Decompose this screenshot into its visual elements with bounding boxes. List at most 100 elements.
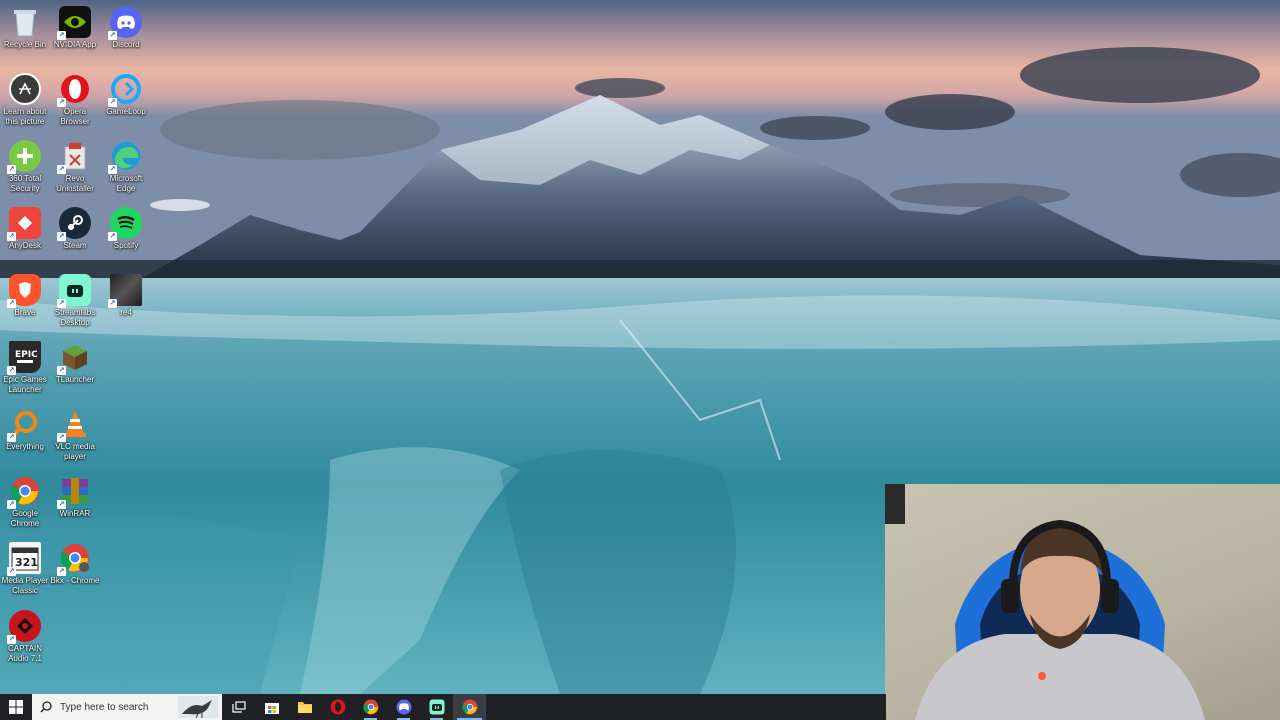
webcam-overlay	[885, 484, 1280, 720]
desktop-icon-label: Brave	[14, 308, 36, 317]
desktop-icon-spotify[interactable]: ↗ Spotify	[101, 207, 151, 251]
desktop-icon-label: WinRAR	[59, 509, 91, 518]
search-highlight-bird-icon	[178, 696, 218, 718]
desktop-icon-label: TLauncher	[55, 375, 95, 384]
desktop-icon-label: Steam	[63, 241, 87, 250]
taskbar-discord[interactable]	[387, 694, 420, 720]
taskbar-microsoft-store[interactable]	[255, 694, 288, 720]
desktop-icon-grid: Recycle Bin ↗ NVIDIA App ↗ Discord Learn…	[0, 0, 152, 694]
desktop-icon-opera[interactable]: ↗ Opera Browser	[50, 73, 100, 127]
desktop-icon-label: Microsoft Edge	[109, 174, 143, 193]
desktop-icon-vlc[interactable]: ↗ VLC media player	[50, 408, 100, 462]
desktop-icon-label: Everything	[6, 442, 44, 451]
start-button[interactable]	[0, 694, 32, 720]
desktop-icon-brave[interactable]: ↗ Brave	[0, 274, 50, 318]
search-icon	[40, 701, 52, 713]
desktop-icon-label: Spotify	[113, 241, 139, 250]
desktop-icon-bkx-chrome[interactable]: ↗ Bkx - Chrome	[50, 542, 100, 586]
epic-games-icon: EPIC ↗	[7, 341, 41, 375]
desktop-icon-winrar[interactable]: ↗ WinRAR	[50, 475, 100, 519]
task-view-icon	[231, 701, 246, 713]
svg-text:EPIC: EPIC	[15, 350, 37, 360]
folder-icon	[297, 702, 312, 713]
svg-text:321: 321	[15, 556, 38, 569]
desktop-icon-label: Media Player Classic	[1, 576, 49, 595]
taskbar-chrome[interactable]	[354, 694, 387, 720]
brave-icon: ↗	[7, 274, 41, 308]
desktop-icon-google-chrome[interactable]: ↗ Google Chrome	[0, 475, 50, 529]
camera-icon	[9, 73, 41, 105]
taskbar-search[interactable]	[32, 694, 222, 720]
search-input[interactable]	[60, 701, 180, 713]
desktop-icon-media-player-classic[interactable]: 321 ↗ Media Player Classic	[0, 542, 50, 596]
desktop-icon-microsoft-edge[interactable]: ↗ Microsoft Edge	[101, 140, 151, 194]
chrome-icon	[362, 699, 378, 715]
taskbar-file-explorer[interactable]	[288, 694, 321, 720]
desktop-icon-gameloop[interactable]: ↗ GameLoop	[101, 73, 151, 117]
opera-icon	[330, 699, 345, 715]
desktop-icon-label: 360 Total Security	[8, 174, 42, 193]
desktop-icon-label: Epic Games Launcher	[3, 375, 47, 394]
windows-logo-icon	[9, 700, 23, 714]
desktop-icon-nvidia-app[interactable]: ↗ NVIDIA App	[50, 6, 100, 50]
desktop-icon-streamlabs[interactable]: ↗ Streamlabs Desktop	[50, 274, 100, 328]
taskbar-task-view[interactable]	[222, 694, 255, 720]
desktop-icon-label: Revo Uninstaller	[56, 174, 94, 193]
nvidia-icon: ↗	[57, 6, 91, 40]
desktop-icon-epic-games[interactable]: EPIC ↗ Epic Games Launcher	[0, 341, 50, 395]
desktop-icon-steam[interactable]: ↗ Steam	[50, 207, 100, 251]
streamlabs-icon: ↗	[57, 274, 91, 308]
taskbar-chrome-active[interactable]	[453, 694, 486, 720]
recycle-bin-icon	[9, 6, 41, 38]
desktop-icon-label: VLC media player	[55, 442, 95, 461]
gameloop-icon: ↗	[108, 73, 142, 107]
desktop-icon-anydesk[interactable]: ↗ AnyDesk	[0, 207, 50, 251]
discord-icon: ↗	[108, 6, 142, 40]
desktop-icon-label: GameLoop	[106, 107, 146, 116]
desktop-icon-learn-about-picture[interactable]: Learn about this picture	[0, 73, 50, 127]
desktop-icon-tlauncher[interactable]: ↗ TLauncher	[50, 341, 100, 385]
grass-block-icon: ↗	[57, 341, 91, 375]
chrome-icon: ↗	[57, 542, 91, 576]
spotify-icon: ↗	[108, 207, 142, 241]
plus-shield-icon: ↗	[7, 140, 41, 174]
steam-icon: ↗	[57, 207, 91, 241]
desktop-icon-label: NVIDIA App	[53, 40, 97, 49]
desktop-icon-re4[interactable]: ↗ re4	[101, 274, 151, 318]
magnifier-icon: ↗	[7, 408, 41, 442]
desktop-icon-recycle-bin[interactable]: Recycle Bin	[0, 6, 50, 50]
desktop-icon-label: Discord	[112, 40, 140, 49]
captain-audio-icon: ↗	[7, 610, 41, 644]
desktop-icon-label: re4	[120, 308, 132, 317]
winrar-icon: ↗	[57, 475, 91, 509]
desktop-icon-label: Learn about this picture	[3, 107, 47, 126]
desktop-icon-revo-uninstaller[interactable]: ↗ Revo Uninstaller	[50, 140, 100, 194]
opera-icon: ↗	[57, 73, 91, 107]
desktop-icon-label: CAPTAIN Audio 7.1	[7, 644, 43, 663]
desktop-icon-discord[interactable]: ↗ Discord	[101, 6, 151, 50]
taskbar	[0, 694, 886, 720]
chrome-icon	[461, 699, 477, 715]
vlc-cone-icon: ↗	[57, 408, 91, 442]
desktop-icon-360-total-security[interactable]: ↗ 360 Total Security	[0, 140, 50, 194]
desktop-icon-label: Google Chrome	[10, 509, 40, 528]
revo-icon: ↗	[57, 140, 91, 174]
desktop-icon-everything[interactable]: ↗ Everything	[0, 408, 50, 452]
desktop-icon-captain-audio[interactable]: ↗ CAPTAIN Audio 7.1	[0, 610, 50, 664]
game-thumbnail-icon: ↗	[108, 274, 142, 308]
mpc-icon: 321 ↗	[7, 542, 41, 576]
chrome-icon: ↗	[7, 475, 41, 509]
taskbar-opera[interactable]	[321, 694, 354, 720]
anydesk-icon: ↗	[7, 207, 41, 241]
webcam-feed-image	[885, 484, 1205, 720]
desktop-icon-label: Streamlabs Desktop	[54, 308, 96, 327]
taskbar-streamlabs[interactable]	[420, 694, 453, 720]
desktop-icon-label: Opera Browser	[60, 107, 90, 126]
discord-icon	[396, 699, 411, 715]
desktop-icon-label: Bkx - Chrome	[50, 576, 100, 585]
desktop-icon-label: Recycle Bin	[3, 40, 47, 49]
edge-icon: ↗	[108, 140, 142, 174]
desktop-icon-label: AnyDesk	[8, 241, 41, 250]
store-icon	[264, 703, 279, 714]
streamlabs-icon	[429, 699, 444, 715]
